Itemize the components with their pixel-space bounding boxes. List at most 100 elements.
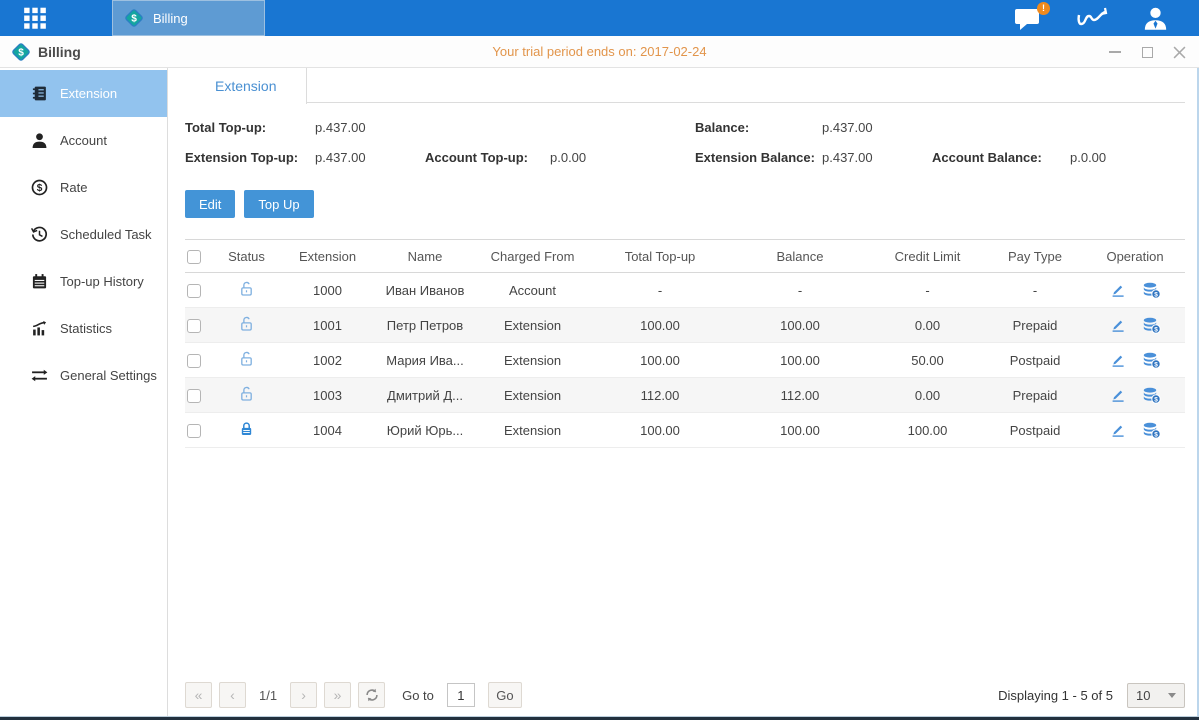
svg-text:$: $ <box>1154 396 1158 403</box>
sidebar-item-scheduled-task[interactable]: Scheduled Task <box>0 211 167 258</box>
last-page-button[interactable]: » <box>324 682 351 708</box>
page-size-value: 10 <box>1136 688 1150 703</box>
svg-text:$: $ <box>131 14 137 25</box>
col-balance: Balance <box>730 249 870 264</box>
billing-diamond-icon: $ <box>123 7 145 29</box>
col-status: Status <box>213 249 280 264</box>
sidebar-item-extension[interactable]: Extension <box>0 70 167 117</box>
sidebar-item-label: Scheduled Task <box>60 227 152 242</box>
cell-name: Юрий Юрь... <box>375 423 475 438</box>
sidebar-item-topup-history[interactable]: Top-up History <box>0 258 167 305</box>
cell-name: Дмитрий Д... <box>375 388 475 403</box>
prev-page-button[interactable]: ‹ <box>219 682 246 708</box>
tab-label: Extension <box>215 78 276 94</box>
cell-charged-from: Extension <box>475 318 590 333</box>
first-page-button[interactable]: « <box>185 682 212 708</box>
topup-coins-icon[interactable]: $ <box>1142 422 1161 439</box>
row-checkbox[interactable] <box>187 284 201 298</box>
cell-pay-type: - <box>985 283 1085 298</box>
user-icon[interactable] <box>1142 5 1169 32</box>
account-topup-value: p.0.00 <box>550 150 586 165</box>
lock-open-icon[interactable] <box>239 385 254 402</box>
sidebar-item-rate[interactable]: $ Rate <box>0 164 167 211</box>
total-topup-value: p.437.00 <box>315 120 366 135</box>
dollar-circle-icon: $ <box>30 179 48 196</box>
cell-pay-type: Postpaid <box>985 353 1085 368</box>
balance-label: Balance: <box>695 120 822 135</box>
cell-credit-limit: 50.00 <box>870 353 985 368</box>
go-button[interactable]: Go <box>488 682 522 708</box>
cell-balance: 112.00 <box>730 388 870 403</box>
sidebar-item-label: Rate <box>60 180 87 195</box>
goto-page-input[interactable] <box>447 683 475 707</box>
svg-text:$: $ <box>1154 326 1158 333</box>
tab-extension[interactable]: Extension <box>185 68 307 104</box>
cell-name: Иван Иванов <box>375 283 475 298</box>
goto-label: Go to <box>402 688 434 703</box>
edit-icon[interactable] <box>1110 317 1126 333</box>
edit-icon[interactable] <box>1110 352 1126 368</box>
topup-coins-icon[interactable]: $ <box>1142 317 1161 334</box>
top-app-bar: $ Billing ! <box>0 0 1199 36</box>
row-checkbox[interactable] <box>187 319 201 333</box>
apps-grid-icon[interactable] <box>0 0 70 36</box>
cell-credit-limit: 0.00 <box>870 388 985 403</box>
select-all-checkbox[interactable] <box>187 250 201 264</box>
table-body: 1000Иван ИвановAccount----$1001Петр Петр… <box>185 273 1185 448</box>
sidebar-item-label: Top-up History <box>60 274 144 289</box>
sidebar-item-label: General Settings <box>60 368 157 383</box>
svg-text:$: $ <box>36 183 42 194</box>
trial-notice: Your trial period ends on: 2017-02-24 <box>0 44 1199 59</box>
cell-extension: 1004 <box>280 423 375 438</box>
account-balance-value: p.0.00 <box>1070 150 1106 165</box>
refresh-button[interactable] <box>358 682 385 708</box>
cell-credit-limit: - <box>870 283 985 298</box>
row-checkbox[interactable] <box>187 424 201 438</box>
top-up-button[interactable]: Top Up <box>244 190 313 218</box>
close-icon[interactable] <box>1171 44 1187 60</box>
page-size-select[interactable]: 10 <box>1127 683 1185 708</box>
minimize-icon[interactable] <box>1107 44 1123 60</box>
sidebar-item-account[interactable]: Account <box>0 117 167 164</box>
chat-icon[interactable]: ! <box>1014 6 1042 31</box>
account-balance-label: Account Balance: <box>932 150 1070 165</box>
sidebar-item-label: Extension <box>60 86 117 101</box>
total-topup-label: Total Top-up: <box>185 120 315 135</box>
lock-open-icon[interactable] <box>239 350 254 367</box>
lock-closed-icon[interactable] <box>239 420 254 437</box>
edit-icon[interactable] <box>1110 387 1126 403</box>
edit-icon[interactable] <box>1110 282 1126 298</box>
topup-coins-icon[interactable]: $ <box>1142 282 1161 299</box>
account-topup-label: Account Top-up: <box>425 150 550 165</box>
cell-name: Петр Петров <box>375 318 475 333</box>
lock-open-icon[interactable] <box>239 315 254 332</box>
row-checkbox[interactable] <box>187 354 201 368</box>
edit-button[interactable]: Edit <box>185 190 235 218</box>
app-tab-billing[interactable]: $ Billing <box>112 0 265 36</box>
topup-coins-icon[interactable]: $ <box>1142 352 1161 369</box>
cell-pay-type: Prepaid <box>985 318 1085 333</box>
cell-total-topup: - <box>590 283 730 298</box>
cell-extension: 1001 <box>280 318 375 333</box>
billing-diamond-icon: $ <box>10 41 32 63</box>
col-name: Name <box>375 249 475 264</box>
lock-open-icon[interactable] <box>239 280 254 297</box>
col-operation: Operation <box>1085 249 1185 264</box>
cell-charged-from: Extension <box>475 388 590 403</box>
sidebar-item-general-settings[interactable]: General Settings <box>0 352 167 399</box>
table-row: 1000Иван ИвановAccount----$ <box>185 273 1185 308</box>
cell-pay-type: Postpaid <box>985 423 1085 438</box>
cell-extension: 1000 <box>280 283 375 298</box>
topup-coins-icon[interactable]: $ <box>1142 387 1161 404</box>
cell-total-topup: 100.00 <box>590 353 730 368</box>
edit-icon[interactable] <box>1110 422 1126 438</box>
notification-badge: ! <box>1037 2 1050 15</box>
chart-icon[interactable] <box>1076 6 1108 30</box>
balance-value: p.437.00 <box>822 120 873 135</box>
row-checkbox[interactable] <box>187 389 201 403</box>
table-row: 1004Юрий Юрь...Extension100.00100.00100.… <box>185 413 1185 448</box>
sidebar-item-statistics[interactable]: Statistics <box>0 305 167 352</box>
cell-charged-from: Extension <box>475 423 590 438</box>
maximize-icon[interactable] <box>1139 44 1155 60</box>
next-page-button[interactable]: › <box>290 682 317 708</box>
